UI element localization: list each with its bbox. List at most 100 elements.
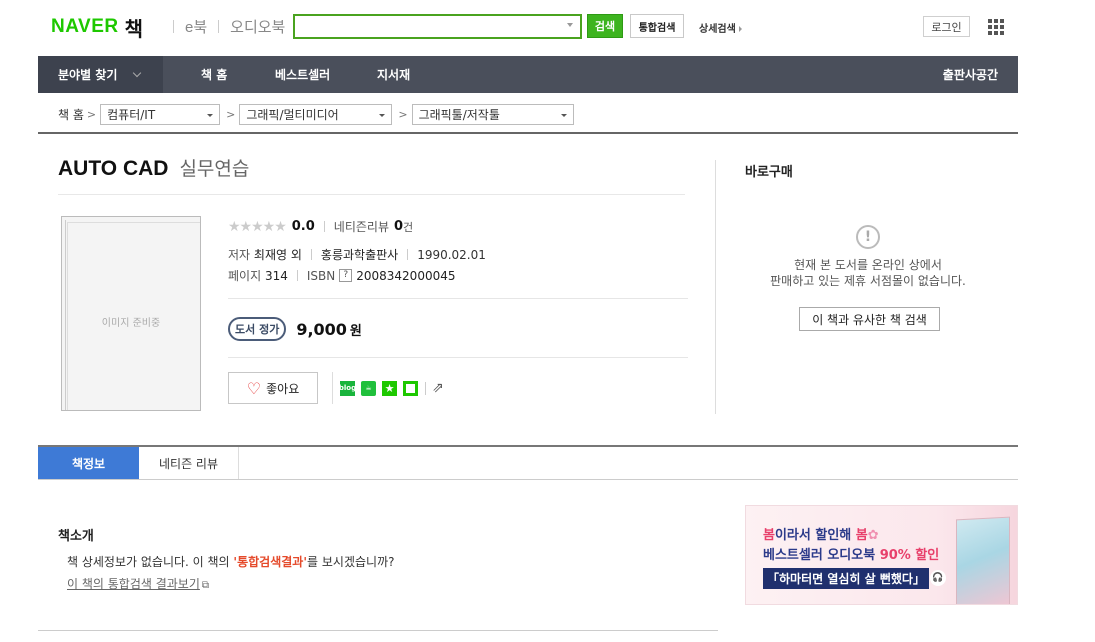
divider (218, 20, 220, 33)
author-publisher-row: 저자 최재영 외 홍릉과학출판사 1990.02.01 (228, 246, 486, 263)
chevron-down-icon (133, 68, 142, 77)
divider (228, 298, 688, 299)
cherry-blossom-icon: ✿ (867, 528, 879, 543)
pages-label: 페이지 (228, 269, 262, 283)
ad-line2: 베스트셀러 오디오북 90% 할인 (763, 544, 939, 563)
category-finder-button[interactable]: 분야별 찾기 (38, 56, 163, 93)
main-navbar: 분야별 찾기 책 홈 베스트셀러 지서재 출판사공간 (38, 56, 1018, 93)
integrated-search-highlight-link[interactable]: '통합검색결과' (233, 555, 307, 569)
author-link[interactable]: 최재영 외 (254, 246, 302, 263)
pages-value: 314 (264, 268, 288, 283)
breadcrumb: 책 홈 > 컴퓨터/IT > 그래픽/멀티미디어 > 그래픽툴/저작툴 (58, 102, 574, 126)
login-button[interactable]: 로그인 (923, 16, 970, 37)
divider (228, 357, 688, 358)
book-intro-title: 책소개 (58, 529, 94, 544)
search-dropdown-icon[interactable] (567, 23, 573, 27)
divider (38, 132, 1018, 134)
search-input[interactable] (295, 16, 563, 38)
share-bar: blog ☕ ★ ⇗ (332, 372, 444, 404)
search-button[interactable]: 검색 (587, 14, 623, 38)
divider (38, 630, 718, 631)
publisher-link[interactable]: 홍릉과학출판사 (321, 246, 398, 263)
cover-placeholder-text: 이미지 준비중 (101, 318, 161, 329)
isbn-value: 2008342000045 (356, 268, 456, 283)
breadcrumb-select-level1[interactable]: 컴퓨터/IT (100, 103, 221, 125)
review-unit: 건 (403, 220, 414, 234)
intro-text-after: 를 보시겠습니까? (307, 555, 395, 569)
author-label: 저자 (228, 248, 251, 262)
no-seller-message: 현재 본 도서를 온라인 상에서 판매하고 있는 제휴 서점몰이 없습니다. (745, 257, 991, 289)
memo-share-icon[interactable] (403, 380, 418, 396)
ad-line1-a: 봄 (763, 528, 775, 543)
nav-item-my-library[interactable]: 지서재 (377, 56, 410, 93)
ad-line2-a: 베스트셀러 오디오북 (763, 548, 880, 563)
divider (310, 249, 312, 260)
apps-grid-icon[interactable] (988, 19, 1004, 35)
isbn-help-icon[interactable]: ? (339, 269, 353, 282)
ad-line1-b: 이라서 할인해 (774, 528, 856, 543)
book-logo[interactable]: 책 (125, 13, 143, 42)
share-icon[interactable]: ⇗ (432, 380, 444, 396)
price-value: 9,000 (296, 319, 347, 339)
audiobook-link[interactable]: 오디오북 (230, 16, 285, 37)
total-search-button[interactable]: 통합검색 (630, 14, 684, 38)
nav-item-bestseller[interactable]: 베스트셀러 (275, 56, 330, 93)
select-value: 그래픽툴/저작툴 (418, 107, 500, 122)
price-unit: 원 (349, 323, 362, 339)
dropdown-arrow-icon (379, 113, 386, 117)
search-box (293, 14, 582, 39)
rating-score: 0.0 (291, 219, 315, 234)
breadcrumb-home[interactable]: 책 홈 (58, 106, 84, 123)
pages-isbn-row: 페이지 314 ISBN ? 2008342000045 (228, 267, 456, 284)
like-button[interactable]: ♡ 좋아요 (228, 372, 318, 404)
intro-text-before: 책 상세정보가 없습니다. 이 책의 (67, 555, 234, 569)
breadcrumb-select-level3[interactable]: 그래픽툴/저작툴 (411, 103, 574, 125)
review-link[interactable]: 네티즌리뷰 (334, 218, 389, 235)
chevron-right-icon: > (226, 107, 236, 121)
tab-netizen-review[interactable]: 네티즌 리뷰 (139, 447, 239, 479)
similar-books-button[interactable]: 이 책과 유사한 책 검색 (799, 307, 940, 331)
nav-item-publisher-space[interactable]: 출판사공간 (943, 56, 998, 93)
book-title-main: AUTO CAD (58, 157, 169, 180)
heart-icon: ♡ (246, 378, 262, 398)
dropdown-arrow-icon (207, 113, 214, 117)
divider (323, 221, 325, 232)
divider (38, 479, 1018, 480)
ad-line1-c: 봄 (855, 528, 868, 543)
chevron-right-icon: > (398, 107, 408, 121)
divider (173, 20, 174, 33)
ad-book-cover-image (956, 516, 1010, 604)
exclamation-icon: ! (856, 225, 880, 249)
naver-book-logo[interactable]: NAVER 책 (51, 13, 143, 42)
isbn-label: ISBN (306, 268, 336, 283)
book-subtitle: 실무연습 (179, 158, 250, 180)
divider (407, 249, 409, 260)
ad-line3: 「하마터면 열심히 살 뻔했다」 (763, 568, 929, 589)
tab-book-info[interactable]: 책정보 (38, 447, 139, 479)
blog-share-icon[interactable]: blog (339, 380, 356, 396)
book-title: AUTO CAD 실무연습 (58, 154, 249, 181)
ebook-link[interactable]: e북 (185, 16, 207, 37)
cafe-share-icon[interactable]: ☕ (361, 380, 376, 396)
review-count: 0 (394, 219, 404, 234)
divider (58, 194, 685, 195)
book-intro-text: 책 상세정보가 없습니다. 이 책의 '통합검색결과'를 보시겠습니까? (67, 553, 394, 570)
price-row: 도서 정가 9,000 원 (228, 317, 362, 341)
no-seller-line2: 판매하고 있는 제휴 서점몰이 없습니다. (770, 274, 966, 288)
nav-item-book-home[interactable]: 책 홈 (201, 56, 227, 93)
integrated-search-result-link[interactable]: 이 책의 통합검색 결과보기 ⧉ (67, 575, 209, 592)
naver-logo[interactable]: NAVER (51, 16, 119, 38)
rating-summary: ★★★★★ 0.0 네티즌리뷰 0 건 (228, 218, 413, 235)
bookmark-star-icon[interactable]: ★ (382, 380, 397, 396)
integrated-search-link-label: 이 책의 통합검색 결과보기 (67, 577, 200, 591)
audiobook-ad-banner[interactable]: 봄이라서 할인해 봄✿ 베스트셀러 오디오북 90% 할인 「하마터면 열심히 … (745, 505, 1018, 605)
headphones-icon: 🎧 (930, 570, 946, 586)
advanced-search-label: 상세검색 (699, 24, 736, 35)
select-value: 그래픽/멀티미디어 (246, 107, 339, 122)
service-nav: e북 오디오북 (162, 16, 285, 37)
buy-now-title: 바로구매 (745, 165, 793, 180)
chevron-right-icon: > (86, 107, 97, 121)
breadcrumb-select-level2[interactable]: 그래픽/멀티미디어 (239, 103, 393, 125)
price-label-badge: 도서 정가 (228, 317, 287, 341)
advanced-search-link[interactable]: 상세검색 (699, 20, 742, 35)
